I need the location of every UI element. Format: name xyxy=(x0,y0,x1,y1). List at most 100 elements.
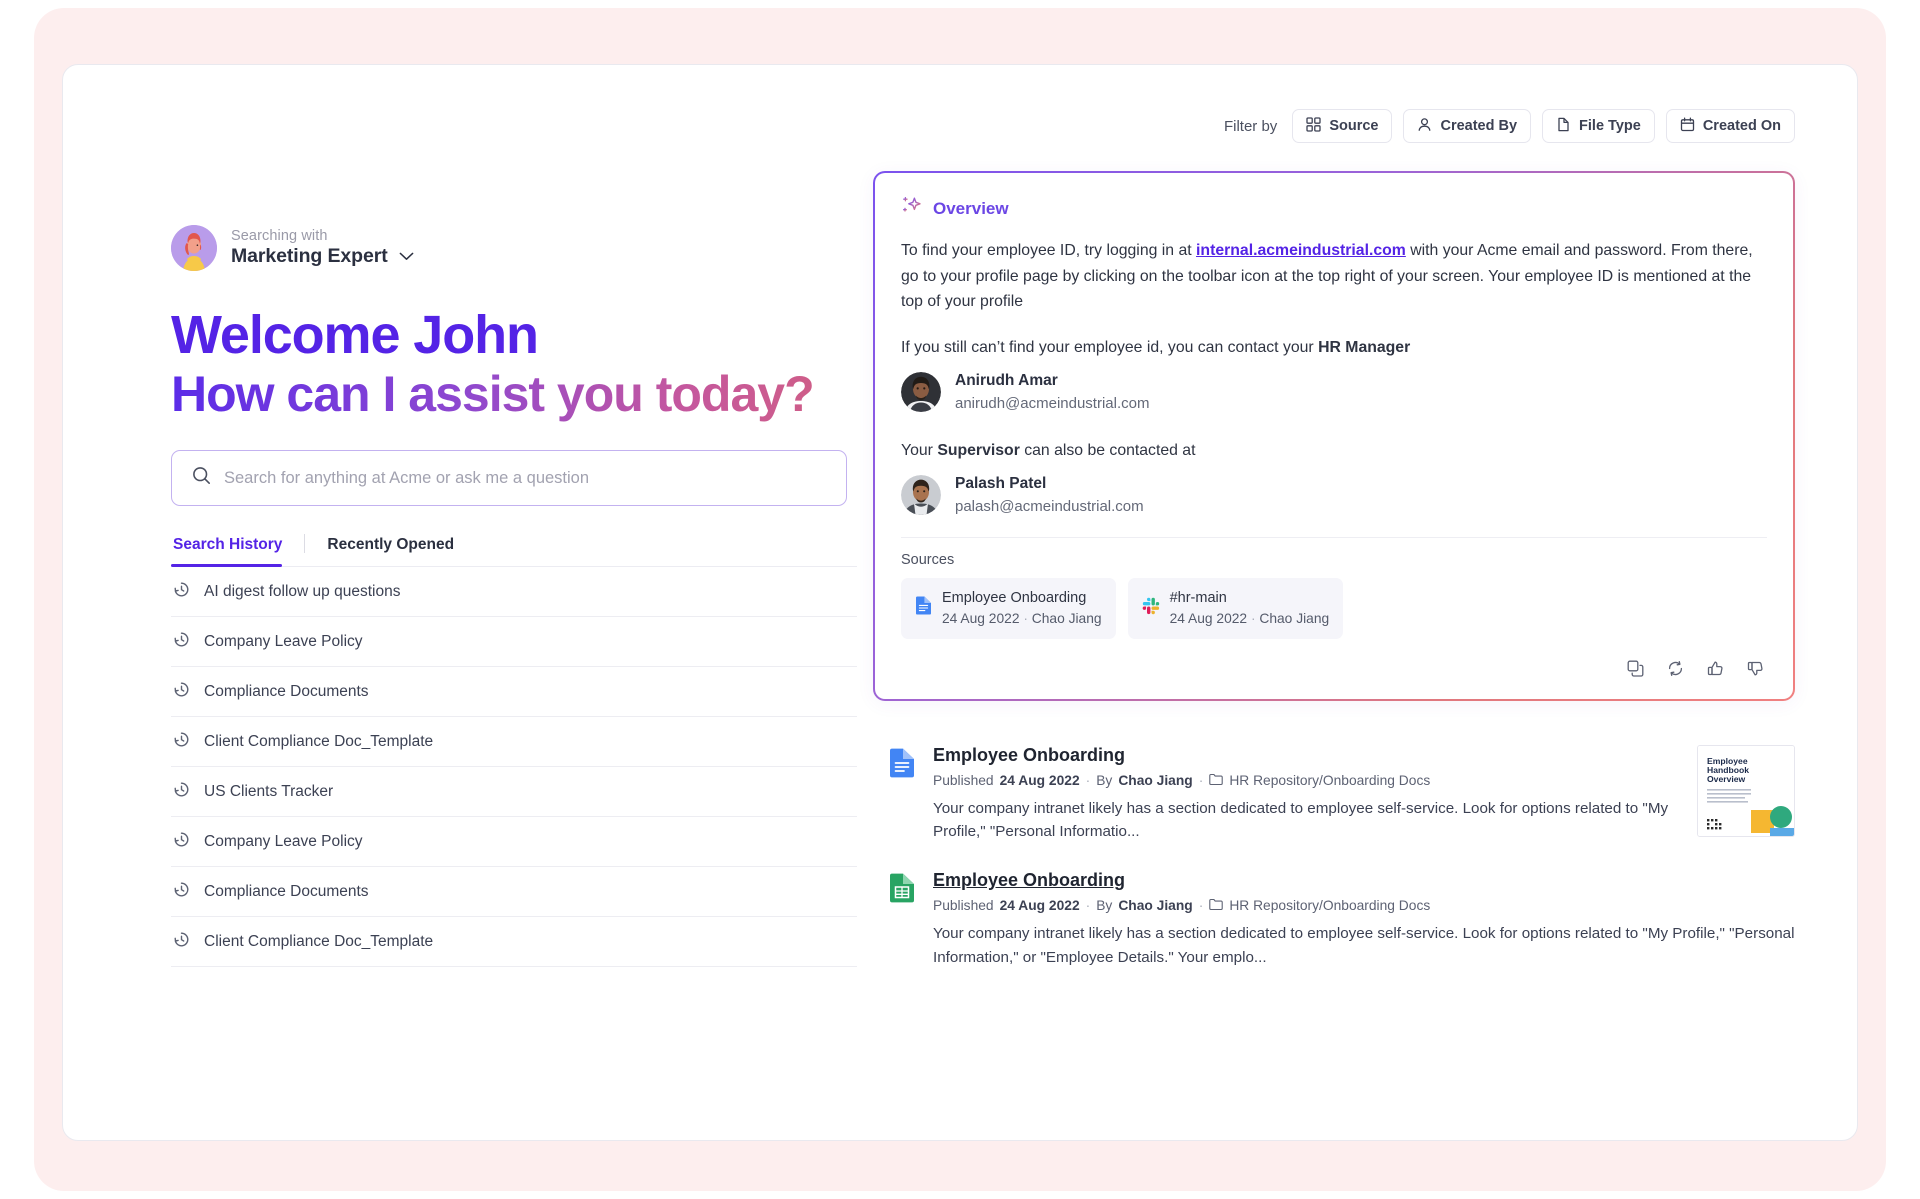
history-clock-icon xyxy=(173,681,190,703)
contact-hr-manager[interactable]: Anirudh Amar anirudh@acmeindustrial.com xyxy=(901,370,1767,413)
contact-avatar-photo xyxy=(901,475,941,516)
search-result-item[interactable]: Employee Onboarding Published 24 Aug 202… xyxy=(873,735,1795,860)
sources-section: Sources Employee Onboarding 24 Aug 2022 … xyxy=(901,536,1767,639)
filter-bar: Filter by Source Created By File Type Cr… xyxy=(873,109,1795,143)
history-item[interactable]: Client Compliance Doc_Template xyxy=(171,917,857,968)
persona-avatar-illustration xyxy=(171,225,217,271)
copy-icon[interactable] xyxy=(1623,657,1647,681)
search-result-title[interactable]: Employee Onboarding xyxy=(933,745,1679,766)
overview-link[interactable]: internal.acmeindustrial.com xyxy=(1196,242,1406,259)
overview-para2-before: If you still can’t find your employee id… xyxy=(901,338,1319,356)
published-label: Published xyxy=(933,898,994,914)
tab-search-history[interactable]: Search History xyxy=(171,536,304,568)
tab-recently-opened[interactable]: Recently Opened xyxy=(305,536,476,566)
contact-avatar xyxy=(901,475,941,516)
search-result-title[interactable]: Employee Onboarding xyxy=(933,870,1795,891)
history-clock-icon xyxy=(173,631,190,653)
author-name: Chao Jiang xyxy=(1118,773,1193,789)
history-clock-icon xyxy=(173,731,190,753)
svg-text:Overview: Overview xyxy=(1707,774,1746,784)
search-results: Employee Onboarding Published 24 Aug 202… xyxy=(873,735,1795,985)
search-result-item[interactable]: Employee Onboarding Published 24 Aug 202… xyxy=(873,860,1795,985)
search-box[interactable] xyxy=(171,450,847,507)
history-item-label: Compliance Documents xyxy=(204,682,369,700)
assist-heading: How can I assist you today? xyxy=(171,365,873,424)
history-item-label: US Clients Tracker xyxy=(204,782,334,800)
history-item[interactable]: US Clients Tracker xyxy=(171,767,857,818)
meta-dot: · xyxy=(1085,773,1091,789)
folder-icon xyxy=(1209,773,1224,789)
search-result-body: Employee Onboarding Published 24 Aug 202… xyxy=(933,870,1795,969)
history-item-label: Company Leave Policy xyxy=(204,832,363,850)
source-author: Chao Jiang xyxy=(1031,610,1102,626)
history-clock-icon xyxy=(173,781,190,803)
history-item-label: AI digest follow up questions xyxy=(204,582,401,600)
history-item[interactable]: Compliance Documents xyxy=(171,667,857,718)
history-item[interactable]: Company Leave Policy xyxy=(171,817,857,868)
source-chip[interactable]: Employee Onboarding 24 Aug 2022 · Chao J… xyxy=(901,577,1116,639)
right-panel: Filter by Source Created By File Type Cr… xyxy=(873,65,1857,1140)
meta-dot: · xyxy=(1085,898,1091,914)
history-clock-icon xyxy=(173,581,190,603)
persona-selector[interactable]: Searching with Marketing Expert xyxy=(171,225,873,271)
history-clock-icon xyxy=(173,931,190,953)
person-icon xyxy=(1417,117,1432,136)
source-date: 24 Aug 2022 xyxy=(1169,610,1248,626)
regenerate-icon[interactable] xyxy=(1663,657,1687,681)
contact-details: Palash Patel palash@acmeindustrial.com xyxy=(955,473,1144,516)
tab-bar: Search History Recently Opened xyxy=(171,534,857,568)
contact-name: Anirudh Amar xyxy=(955,372,1058,390)
source-author: Chao Jiang xyxy=(1259,610,1330,626)
overview-para3-after: can also be contacted at xyxy=(1019,441,1196,459)
chevron-down-icon[interactable] xyxy=(399,248,414,266)
filter-button-label: File Type xyxy=(1579,118,1641,134)
hr-manager-label: HR Manager xyxy=(1318,338,1411,356)
history-item[interactable]: Compliance Documents xyxy=(171,867,857,918)
search-result-snippet: Your company intranet likely has a secti… xyxy=(933,924,1795,966)
source-title: #hr-main xyxy=(1169,589,1227,606)
google-docs-icon xyxy=(889,745,915,844)
search-result-snippet: Your company intranet likely has a secti… xyxy=(933,799,1669,841)
overview-paragraph-1: To find your employee ID, try logging in… xyxy=(901,238,1767,315)
persona-label: Searching with xyxy=(231,228,328,244)
welcome-heading: Welcome John xyxy=(171,305,539,365)
published-date: 24 Aug 2022 xyxy=(999,898,1080,914)
search-icon xyxy=(192,466,211,490)
by-label: By xyxy=(1096,898,1113,914)
source-meta: 24 Aug 2022 · Chao Jiang xyxy=(1170,609,1330,629)
history-item[interactable]: AI digest follow up questions xyxy=(171,567,857,618)
filter-button-label: Source xyxy=(1329,118,1379,134)
history-item[interactable]: Client Compliance Doc_Template xyxy=(171,717,857,768)
filter-button-source[interactable]: Source xyxy=(1292,109,1393,143)
filter-button-file-type[interactable]: File Type xyxy=(1542,109,1655,143)
overview-paragraph-2: If you still can’t find your employee id… xyxy=(901,335,1767,361)
overview-card: Overview To find your employee ID, try l… xyxy=(873,171,1795,701)
repository-path: HR Repository/Onboarding Docs xyxy=(1229,773,1431,789)
contact-name: Palash Patel xyxy=(955,475,1047,493)
author-name: Chao Jiang xyxy=(1118,898,1193,914)
filter-button-label: Created On xyxy=(1702,118,1781,134)
filter-button-created-on[interactable]: Created On xyxy=(1665,109,1795,143)
supervisor-label: Supervisor xyxy=(937,441,1020,459)
meta-dot: · xyxy=(1198,898,1204,914)
contact-supervisor[interactable]: Palash Patel palash@acmeindustrial.com xyxy=(901,473,1767,516)
calendar-icon xyxy=(1680,117,1695,136)
meta-dot: · xyxy=(1198,773,1204,789)
overview-card-inner: Overview To find your employee ID, try l… xyxy=(875,173,1793,699)
search-result-meta: Published 24 Aug 2022 · By Chao Jiang · xyxy=(933,898,1795,914)
source-chip[interactable]: #hr-main 24 Aug 2022 · Chao Jiang xyxy=(1127,577,1344,639)
history-item[interactable]: Company Leave Policy xyxy=(171,617,857,668)
search-input[interactable] xyxy=(224,468,826,488)
source-meta-dot: · xyxy=(1023,610,1032,626)
source-date: 24 Aug 2022 xyxy=(942,610,1020,626)
persona-name: Marketing Expert xyxy=(231,245,388,267)
contact-avatar xyxy=(901,372,941,413)
history-item-label: Client Compliance Doc_Template xyxy=(204,732,434,750)
thumbs-down-icon[interactable] xyxy=(1743,657,1767,681)
google-docs-icon xyxy=(915,596,932,620)
source-meta: 24 Aug 2022 · Chao Jiang xyxy=(942,609,1102,629)
thumbs-up-icon[interactable] xyxy=(1703,657,1727,681)
filter-button-created-by[interactable]: Created By xyxy=(1403,109,1532,143)
app-card: Searching with Marketing Expert Welcome … xyxy=(62,64,1858,1141)
source-chip-text: #hr-main 24 Aug 2022 · Chao Jiang xyxy=(1170,588,1330,629)
